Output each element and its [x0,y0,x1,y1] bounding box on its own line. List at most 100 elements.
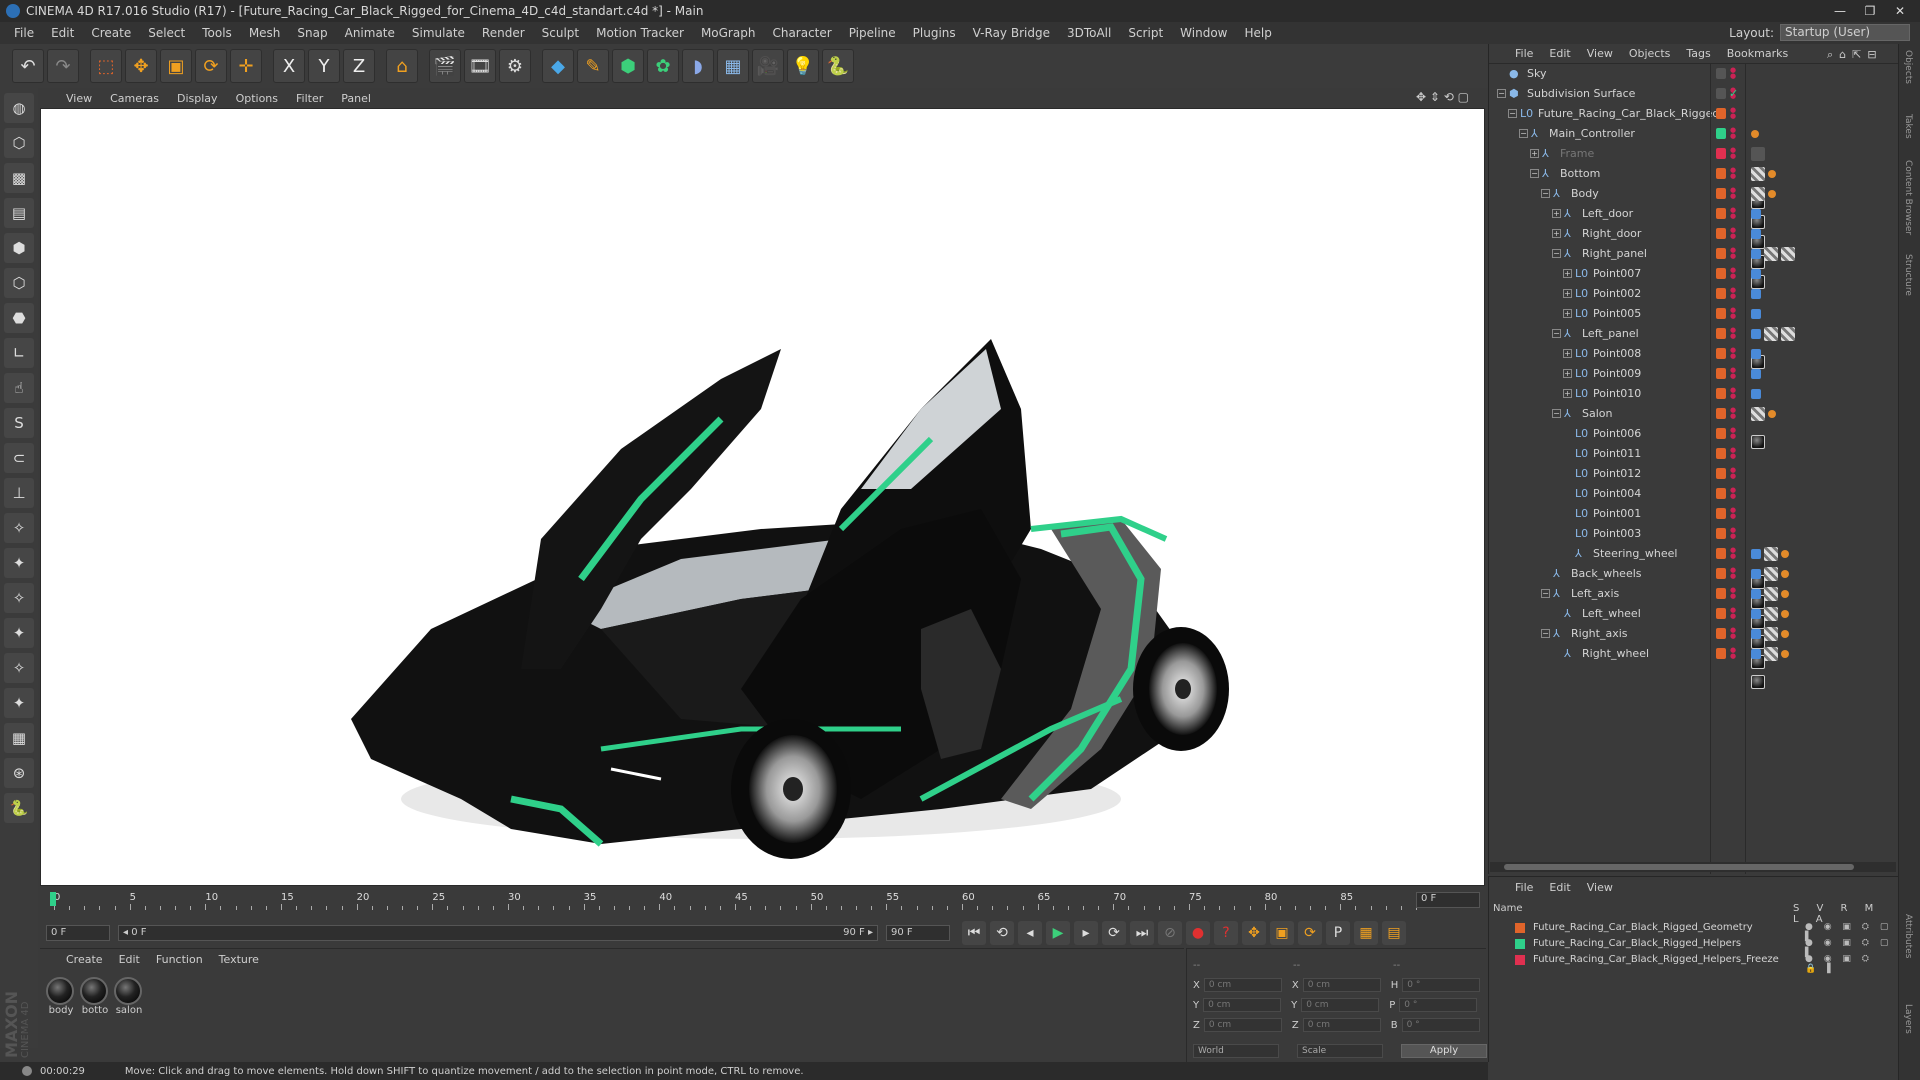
side-tab-layers[interactable]: Layers [1903,1004,1913,1034]
tree-expand-toggle[interactable]: + [1563,389,1572,398]
goto-end-button[interactable]: ⏭ [1130,921,1154,945]
object-row[interactable]: − ⅄ Left_panel ● ● [1489,324,1899,369]
texture-tag-icon[interactable] [1764,547,1778,561]
texture-tag-icon[interactable] [1764,327,1778,341]
constraint-tag-icon[interactable] [1781,630,1789,638]
scale-button[interactable]: ▣ [160,49,192,83]
workplane-button[interactable]: ▤ [4,198,34,228]
material-menu-function[interactable]: Function [156,953,203,966]
object-layer-swatch[interactable] [1716,568,1726,579]
next-frame-button[interactable]: ▸ [1074,921,1098,945]
texture-tag-icon[interactable] [1751,187,1765,201]
goto-start-button[interactable]: ⏮ [962,921,986,945]
coord-size-field[interactable]: 0 cm [1301,998,1380,1012]
layer-color-swatch[interactable] [1515,955,1525,965]
object-layer-swatch[interactable] [1716,188,1726,199]
workplane-lock-button[interactable]: ⊛ [4,758,34,788]
texture-mode-button[interactable]: ▩ [4,163,34,193]
object-row[interactable]: + L0 Point007 ● ● [1489,264,1899,284]
material-menu-edit[interactable]: Edit [119,953,140,966]
floor-button[interactable]: ▦ [717,49,749,83]
object-row[interactable]: L0 Point012 ● ● [1489,464,1899,484]
visibility-dots[interactable]: ● ● [1730,287,1736,301]
apply-button[interactable]: Apply [1401,1044,1487,1058]
tree-expand-toggle[interactable]: + [1530,149,1539,158]
object-tree-scrollbar[interactable] [1490,862,1896,872]
visibility-dots[interactable]: ● ● [1730,327,1736,341]
object-layer-swatch[interactable] [1716,488,1726,499]
tree-expand-toggle[interactable]: − [1508,109,1517,118]
playhead[interactable] [50,892,56,906]
constraint-tag-icon[interactable] [1768,190,1776,198]
object-layer-swatch[interactable] [1716,248,1726,259]
menu-sculpt[interactable]: Sculpt [534,26,588,40]
tree-expand-toggle[interactable]: − [1541,189,1550,198]
visibility-dots[interactable]: ● ● [1730,147,1736,161]
visibility-dots[interactable]: ● ● [1730,487,1736,501]
grid-lock-button[interactable]: ▦ [4,723,34,753]
object-layer-swatch[interactable] [1716,388,1726,399]
object-layer-swatch[interactable] [1716,308,1726,319]
menu-v-ray-bridge[interactable]: V-Ray Bridge [965,26,1059,40]
layer-toggle-icons[interactable]: ● ◉ ▣ ⛭ 🔒 ▌ [1805,954,1895,974]
object-row[interactable]: − ⅄ Bottom ● ● [1489,164,1899,209]
pen-button[interactable]: ✎ [577,49,609,83]
brush-6-button[interactable]: ✦ [4,688,34,718]
object-layer-swatch[interactable] [1716,448,1726,459]
points-mode-button[interactable]: ⬢ [4,233,34,263]
tweak-button[interactable]: ☝ [4,373,34,403]
visibility-dots[interactable]: ● ● [1730,207,1736,221]
layout-dropdown[interactable]: Startup (User) [1780,24,1910,41]
vertex-tag-icon[interactable] [1751,369,1761,379]
render-picture-button[interactable]: 🎞 [464,49,496,83]
viewport-menu-panel[interactable]: Panel [341,92,371,105]
key-param-button[interactable]: P [1326,921,1350,945]
key-pos-button[interactable]: ✥ [1242,921,1266,945]
object-layer-swatch[interactable] [1716,208,1726,219]
tree-expand-toggle[interactable]: − [1530,169,1539,178]
key-scale-button[interactable]: ▣ [1270,921,1294,945]
object-row[interactable]: + L0 Point002 ● ● [1489,284,1899,304]
object-layer-swatch[interactable] [1716,368,1726,379]
z-axis-button[interactable]: Z [343,49,375,83]
tree-expand-toggle[interactable]: − [1519,129,1528,138]
menu-script[interactable]: Script [1120,26,1172,40]
coord-mode-world-dropdown[interactable]: World [1193,1044,1279,1058]
visibility-dots[interactable]: ● ● [1730,527,1736,541]
cloner-button[interactable]: ✿ [647,49,679,83]
xpresso-tag-icon[interactable] [1751,549,1761,559]
object-layer-swatch[interactable] [1716,168,1726,179]
tree-expand-toggle[interactable]: − [1552,249,1561,258]
object-layer-swatch[interactable] [1716,88,1726,99]
material-item[interactable]: body [46,977,76,1016]
x-axis-button[interactable]: X [273,49,305,83]
object-row[interactable]: + ⅄ Left_door ● ● [1489,204,1899,249]
tree-expand-toggle[interactable]: + [1563,289,1572,298]
object-layer-swatch[interactable] [1716,288,1726,299]
visibility-dots[interactable]: ● ● [1730,507,1736,521]
object-menu-objects[interactable]: Objects [1629,47,1671,60]
undo-button[interactable]: ↶ [12,49,44,83]
polygons-mode-button[interactable]: ⬣ [4,303,34,333]
object-menu-view[interactable]: View [1587,47,1613,60]
visibility-dots[interactable]: ● ● [1730,407,1736,421]
coord-rotation-field[interactable]: 0 ° [1399,998,1478,1012]
axis-lock-button[interactable]: ⊥ [4,478,34,508]
redo-button[interactable]: ↷ [47,49,79,83]
close-button[interactable]: ✕ [1880,0,1920,22]
side-tab-attributes[interactable]: Attributes [1903,914,1913,958]
viewport-menu-options[interactable]: Options [236,92,278,105]
material-tag-icon[interactable] [1751,675,1765,689]
transform-button[interactable]: ✛ [230,49,262,83]
python-button[interactable]: 🐍 [4,793,34,823]
coord-position-field[interactable]: 0 cm [1203,978,1282,992]
render-settings-button[interactable]: ⚙ [499,49,531,83]
3d-viewport[interactable] [40,108,1485,886]
object-layer-swatch[interactable] [1716,68,1726,79]
live-select-button[interactable]: ⬚ [90,49,122,83]
move-button[interactable]: ✥ [125,49,157,83]
menu-render[interactable]: Render [474,26,534,40]
object-row[interactable]: + L0 Point008 ● ● [1489,344,1899,364]
magnet-button[interactable]: ⊂ [4,443,34,473]
tree-expand-toggle[interactable]: + [1552,229,1561,238]
